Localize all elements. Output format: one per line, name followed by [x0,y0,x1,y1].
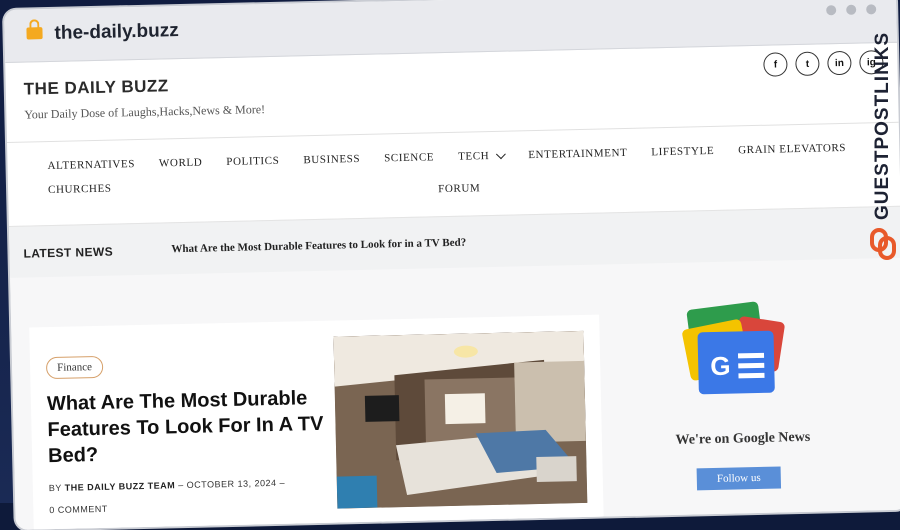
bedroom-photo [333,330,588,509]
linkedin-icon[interactable]: in [827,50,852,76]
twitter-icon[interactable]: t [795,51,820,77]
web-page: THE DAILY BUZZ Your Daily Dose of Laughs… [5,42,900,530]
featured-article-card: Finance What Are The Most Durable Featur… [29,314,604,530]
site-title[interactable]: THE DAILY BUZZ [24,76,169,99]
nav-item-world[interactable]: WORLD [159,151,203,176]
google-news-icon: G [682,301,785,395]
article-author[interactable]: THE DAILY BUZZ TEAM [65,480,176,493]
lock-icon [26,27,43,40]
watermark-text: GUESTPOSTLINKS [872,31,893,220]
article-meta: BY THE DAILY BUZZ TEAM – OCTOBER 13, 202… [49,471,320,521]
category-badge[interactable]: Finance [45,355,104,380]
nav-item-business[interactable]: BUSINESS [303,147,360,172]
window-dot-icon[interactable] [846,4,857,15]
chevron-down-icon [495,148,506,159]
google-news-widget: G We're on Google News Follow us [623,299,858,530]
nav-item-politics[interactable]: POLITICS [226,149,280,174]
ticker-headline[interactable]: What Are the Most Durable Features to Lo… [171,237,466,256]
follow-us-button[interactable]: Follow us [696,466,782,491]
nav-item-science[interactable]: SCIENCE [384,145,435,170]
svg-text:G: G [710,351,731,381]
meta-separator: – [178,479,187,491]
chain-link-icon [870,228,896,260]
window-dot-icon[interactable] [866,4,877,15]
site-tagline: Your Daily Dose of Laughs,Hacks,News & M… [24,102,266,122]
address-bar-url[interactable]: the-daily.buzz [54,20,179,45]
article-thumbnail[interactable] [333,330,588,509]
window-dot-icon[interactable] [826,5,837,16]
meta-separator: – [279,477,286,488]
article-date: OCTOBER 13, 2024 [186,477,277,490]
nav-item-forum[interactable]: FORUM [438,182,480,195]
nav-item-tech-label: TECH [458,150,490,163]
nav-item-tech[interactable]: TECH [458,144,506,169]
google-news-caption: We're on Google News [675,429,811,448]
article-comments[interactable]: 0 COMMENT [49,504,108,515]
article-title[interactable]: What Are The Most Durable Features To Lo… [47,385,329,469]
nav-item-grain-elevators[interactable]: GRAIN ELEVATORS [738,136,846,162]
nav-item-alternatives[interactable]: ALTERNATIVES [47,152,135,178]
browser-window: the-daily.buzz THE DAILY BUZZ Your Daily… [4,0,900,530]
main-content: Finance What Are The Most Durable Featur… [10,257,900,530]
byline-prefix: BY [48,482,62,494]
window-controls [826,4,877,16]
nav-item-churches[interactable]: CHURCHES [48,177,112,202]
nav-item-entertainment[interactable]: ENTERTAINMENT [528,141,628,167]
nav-item-lifestyle[interactable]: LIFESTYLE [651,139,714,164]
facebook-icon[interactable]: f [763,52,788,77]
guestpostlinks-watermark: GUESTPOSTLINKS [866,31,900,270]
ticker-label: LATEST NEWS [23,244,114,261]
